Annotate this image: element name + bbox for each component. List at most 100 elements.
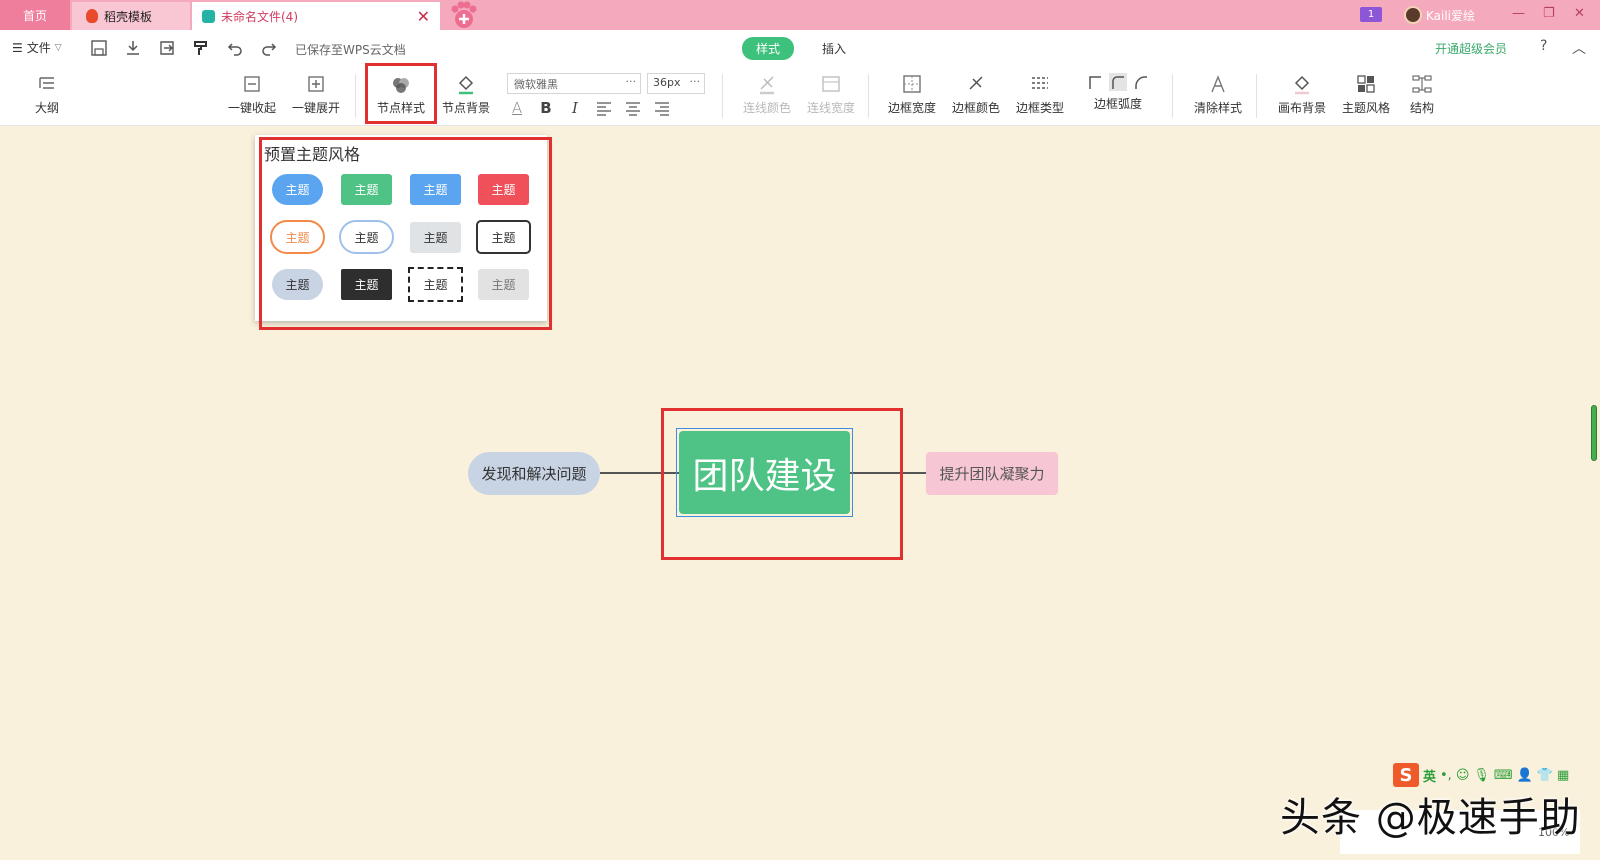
theme-style-option[interactable]: 主题	[410, 174, 461, 205]
microphone-icon[interactable]: 🎙	[1473, 768, 1490, 783]
corner-rounded-icon[interactable]	[1109, 73, 1127, 91]
tab-daoke-label: 稻壳模板	[104, 9, 153, 24]
align-right-icon[interactable]	[653, 99, 671, 117]
sogou-logo-icon[interactable]: S	[1393, 763, 1419, 787]
theme-style-option[interactable]: 主题	[410, 222, 461, 253]
user-icon[interactable]: 👤	[1517, 768, 1533, 783]
clear-style-button[interactable]: 清除样式	[1186, 66, 1250, 126]
theme-grid-icon	[1357, 75, 1375, 93]
bold-button[interactable]: B	[537, 99, 555, 117]
theme-style-option[interactable]: 主题	[408, 267, 463, 302]
close-tab-icon[interactable]: ✕	[417, 7, 430, 26]
ime-lang[interactable]: 英	[1423, 766, 1436, 785]
theme-style-option[interactable]: 主题	[339, 220, 394, 254]
user-account[interactable]: Kaili爱绘	[1404, 6, 1475, 24]
clear-style-icon	[1211, 75, 1225, 93]
tab-style[interactable]: 样式	[742, 37, 795, 60]
align-center-icon[interactable]	[624, 99, 642, 117]
skin-icon[interactable]: 👕	[1537, 768, 1553, 783]
theme-style-label: 主题风格	[1341, 101, 1390, 115]
restore-icon[interactable]: ❐	[1543, 6, 1555, 21]
clear-style-label: 清除样式	[1193, 101, 1242, 115]
font-size-select[interactable]: 36px ···	[647, 73, 705, 94]
save-icon[interactable]	[90, 39, 108, 57]
theme-style-option[interactable]: 主题	[341, 269, 392, 300]
node-background-label: 节点背景	[441, 101, 490, 115]
align-left-icon[interactable]	[595, 99, 613, 117]
theme-style-option[interactable]: 主题	[270, 220, 325, 254]
line-color-button[interactable]: 连线颜色	[735, 66, 799, 126]
topic-node-right[interactable]: 提升团队凝聚力	[926, 452, 1058, 495]
export-icon[interactable]	[158, 39, 176, 57]
theme-style-option[interactable]: 主题	[341, 174, 392, 205]
topic-node-left[interactable]: 发现和解决问题	[468, 452, 600, 495]
tab-insert[interactable]: 插入	[808, 37, 860, 60]
border-type-icon	[1032, 77, 1048, 89]
node-style-button[interactable]: 节点样式	[369, 66, 433, 126]
canvas-background-button[interactable]: 画布背景	[1270, 66, 1334, 126]
watermark: 头条 @极速手助	[1280, 795, 1581, 841]
theme-style-option[interactable]: 主题	[478, 174, 529, 205]
minimize-icon[interactable]: —	[1512, 6, 1525, 21]
border-type-button[interactable]: 边框类型	[1008, 66, 1072, 126]
tab-home-label: 首页	[22, 8, 47, 23]
keyboard-icon[interactable]: ⌨	[1494, 768, 1513, 783]
tab-daoke-templates[interactable]: 稻壳模板	[72, 2, 190, 30]
new-tab-paw-icon[interactable]	[447, 0, 481, 30]
structure-button[interactable]: 结构	[1390, 66, 1454, 126]
tab-bar: 首页 稻壳模板 未命名文件(4) ✕ 1 Kaili爱绘 — ❐ ✕	[0, 0, 1600, 30]
font-family-more-icon: ···	[625, 75, 637, 88]
undo-icon[interactable]	[226, 39, 244, 57]
vertical-scrollbar[interactable]	[1591, 405, 1597, 461]
canvas-background-label: 画布背景	[1277, 101, 1326, 115]
file-menu-button[interactable]: ☰ 文件 ▽	[12, 39, 62, 56]
collapse-ribbon-icon[interactable]: ︿	[1572, 38, 1586, 58]
file-menu-label: 文件	[26, 41, 51, 55]
theme-style-option[interactable]: 主题	[478, 269, 529, 300]
ribbon-toolbar: 大纲 一键收起 一键展开 节点样式 节点背景 微软雅黑 ··· 36px ···…	[0, 66, 1600, 126]
ribbon-divider	[868, 74, 869, 118]
central-topic-node[interactable]: 团队建设	[679, 431, 850, 514]
download-icon[interactable]	[124, 39, 142, 57]
italic-button[interactable]: I	[566, 99, 584, 117]
font-family-select[interactable]: 微软雅黑 ···	[507, 73, 641, 94]
collapse-all-button[interactable]: 一键收起	[220, 66, 284, 126]
border-color-button[interactable]: 边框颜色	[944, 66, 1008, 126]
vip-link[interactable]: 开通超级会员	[1435, 40, 1507, 57]
border-width-button[interactable]: 边框宽度	[880, 66, 944, 126]
mindmap-file-icon	[202, 9, 215, 23]
redo-icon[interactable]	[260, 39, 278, 57]
theme-style-option[interactable]: 主题	[272, 174, 323, 205]
tab-home[interactable]: 首页	[0, 0, 70, 30]
font-size-value: 36px	[653, 76, 681, 89]
corner-round-icon[interactable]	[1133, 73, 1149, 91]
border-radius-button[interactable]: 边框弧度	[1086, 66, 1150, 126]
notification-badge[interactable]: 1	[1360, 7, 1382, 22]
outline-button[interactable]: 大纲	[15, 66, 79, 126]
node-style-icon	[393, 78, 409, 93]
emoji-icon[interactable]: ☺	[1456, 768, 1470, 783]
mode-tabs: 样式 插入	[742, 37, 860, 60]
line-width-label: 连线宽度	[806, 101, 855, 115]
tab-current-file[interactable]: 未命名文件(4) ✕	[192, 2, 440, 30]
help-icon[interactable]: ?	[1540, 38, 1547, 54]
theme-style-option[interactable]: 主题	[476, 220, 531, 254]
close-window-icon[interactable]: ✕	[1574, 6, 1585, 21]
font-color-button[interactable]: A	[508, 99, 526, 117]
node-background-button[interactable]: 节点背景	[434, 66, 498, 126]
collapse-all-icon	[244, 76, 260, 92]
text-format-row: A B I	[508, 99, 671, 117]
format-painter-icon[interactable]	[192, 39, 210, 57]
ribbon-divider	[1172, 74, 1173, 118]
expand-all-button[interactable]: 一键展开	[284, 66, 348, 126]
line-width-button[interactable]: 连线宽度	[799, 66, 863, 126]
tab-file-label: 未命名文件(4)	[221, 9, 298, 24]
save-status: 已保存至WPS云文档	[295, 43, 406, 57]
grid-menu-icon[interactable]: ▦	[1557, 768, 1569, 783]
ime-punct[interactable]: •,	[1440, 768, 1452, 783]
theme-style-button[interactable]: 主题风格	[1334, 66, 1398, 126]
corner-square-icon[interactable]	[1087, 73, 1103, 91]
outline-label: 大纲	[34, 101, 59, 115]
theme-style-option[interactable]: 主题	[272, 269, 323, 300]
expand-all-label: 一键展开	[291, 101, 340, 115]
